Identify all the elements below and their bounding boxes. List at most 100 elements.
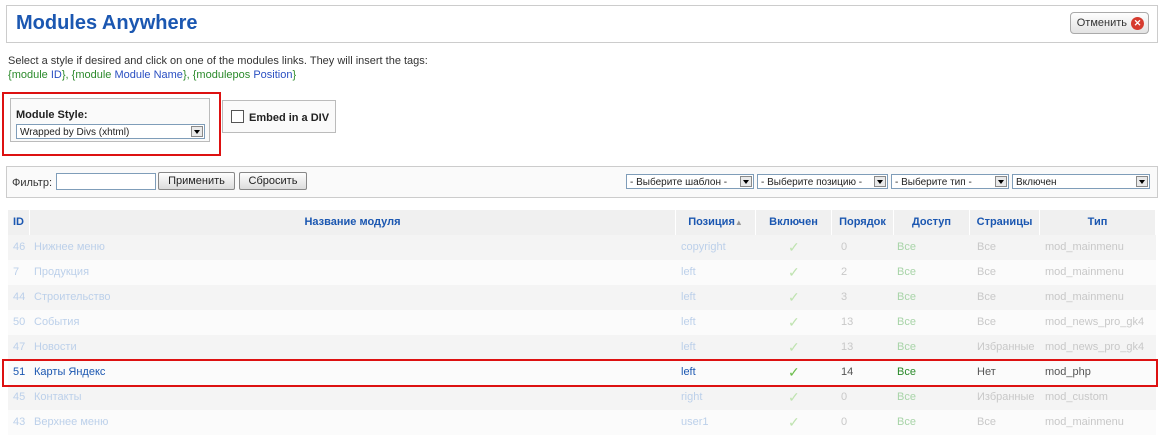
- row-module-name[interactable]: Продукция: [34, 260, 89, 285]
- intro-text: Select a style if desired and click on o…: [8, 54, 428, 82]
- row-module-name[interactable]: Верхнее меню: [34, 410, 108, 435]
- module-style-select[interactable]: Wrapped by Divs (xhtml): [16, 124, 205, 139]
- toolbar-header: Modules Anywhere Отменить ✕: [6, 5, 1158, 43]
- chevron-down-icon: [1136, 176, 1148, 187]
- column-header-position[interactable]: Позиция▲: [676, 210, 756, 235]
- row-type: mod_custom: [1045, 391, 1108, 403]
- tag-list: {module ID}, {module Module Name}, {modu…: [8, 69, 297, 81]
- row-access: Все: [897, 266, 916, 278]
- column-header-id[interactable]: ID: [8, 210, 30, 235]
- row-access: Все: [897, 291, 916, 303]
- row-module-name[interactable]: Нижнее меню: [34, 235, 105, 260]
- row-position[interactable]: left: [681, 360, 696, 385]
- enabled-check-icon[interactable]: ✓: [788, 335, 800, 360]
- row-pages: Все: [977, 291, 996, 303]
- row-order: 3: [841, 291, 848, 303]
- row-pages: Избранные: [977, 341, 1035, 353]
- enabled-check-icon[interactable]: ✓: [788, 260, 800, 285]
- apply-button[interactable]: Применить: [158, 172, 235, 190]
- row-access: Все: [897, 241, 916, 253]
- row-id[interactable]: 43: [13, 410, 25, 435]
- row-access: Все: [897, 391, 916, 403]
- enabled-check-icon[interactable]: ✓: [788, 310, 800, 335]
- filter-input[interactable]: [56, 173, 156, 190]
- column-header-access[interactable]: Доступ: [894, 210, 970, 235]
- row-id[interactable]: 47: [13, 335, 25, 360]
- embed-checkbox[interactable]: [231, 110, 244, 123]
- chevron-down-icon: [874, 176, 886, 187]
- row-pages: Все: [977, 266, 996, 278]
- state-select[interactable]: Включен: [1012, 174, 1150, 189]
- template-select[interactable]: - Выберите шаблон -: [626, 174, 754, 189]
- table-row[interactable]: 50 События left 13 Все Все mod_news_pro_gk4 ✓: [8, 310, 1156, 335]
- chevron-down-icon: [995, 176, 1007, 187]
- enabled-check-icon[interactable]: ✓: [788, 385, 800, 410]
- chevron-down-icon: [191, 126, 203, 137]
- filter-label: Фильтр:: [12, 177, 53, 189]
- row-order: 13: [841, 316, 854, 328]
- row-type: mod_mainmenu: [1045, 241, 1124, 253]
- embed-panel: Embed in a DIV: [222, 100, 336, 133]
- enabled-check-icon[interactable]: ✓: [788, 410, 800, 435]
- row-access: Все: [897, 341, 916, 353]
- enabled-check-icon[interactable]: ✓: [788, 235, 800, 260]
- type-select[interactable]: - Выберите тип -: [891, 174, 1009, 189]
- column-header-enabled[interactable]: Включен: [756, 210, 832, 235]
- embed-label: Embed in a DIV: [249, 112, 330, 124]
- row-module-name[interactable]: События: [34, 310, 79, 335]
- chevron-down-icon: [740, 176, 752, 187]
- row-position[interactable]: copyright: [681, 235, 726, 260]
- enabled-check-icon[interactable]: ✓: [788, 285, 800, 310]
- row-position[interactable]: left: [681, 285, 696, 310]
- row-pages: Все: [977, 316, 996, 328]
- table-row[interactable]: 7 Продукция left 2 Все Все mod_mainmenu ✓: [8, 260, 1156, 285]
- cancel-button[interactable]: Отменить ✕: [1069, 12, 1149, 34]
- row-type: mod_php: [1045, 366, 1091, 378]
- table-row[interactable]: 45 Контакты right 0 Все Избранные mod_custom ✓: [8, 385, 1156, 410]
- filter-bar: Фильтр: Применить Сбросить - Выберите ша…: [6, 166, 1158, 198]
- row-id[interactable]: 44: [13, 285, 25, 310]
- row-type: mod_mainmenu: [1045, 291, 1124, 303]
- table-row[interactable]: 43 Верхнее меню user1 0 Все Все mod_mainmenu ✓: [8, 410, 1156, 435]
- table-header: ID Название модуля Позиция▲ Включен Поря…: [8, 210, 1156, 235]
- row-module-name[interactable]: Новости: [34, 335, 77, 360]
- row-id[interactable]: 45: [13, 385, 25, 410]
- enabled-check-icon[interactable]: ✓: [788, 360, 800, 385]
- reset-button[interactable]: Сбросить: [239, 172, 307, 190]
- row-id[interactable]: 51: [13, 360, 25, 385]
- row-type: mod_news_pro_gk4: [1045, 316, 1145, 328]
- row-order: 14: [841, 366, 854, 378]
- row-position[interactable]: right: [681, 385, 702, 410]
- row-module-name[interactable]: Карты Яндекс: [34, 360, 105, 385]
- row-id[interactable]: 46: [13, 235, 25, 260]
- table-row[interactable]: 51 Карты Яндекс left 14 Все Нет mod_php ✓: [8, 360, 1156, 385]
- row-type: mod_mainmenu: [1045, 266, 1124, 278]
- column-header-order[interactable]: Порядок: [832, 210, 894, 235]
- row-id[interactable]: 50: [13, 310, 25, 335]
- row-position[interactable]: left: [681, 260, 696, 285]
- row-pages: Все: [977, 241, 996, 253]
- row-order: 0: [841, 391, 848, 403]
- row-position[interactable]: left: [681, 310, 696, 335]
- row-position[interactable]: user1: [681, 410, 709, 435]
- row-id[interactable]: 7: [13, 260, 19, 285]
- row-access: Все: [897, 366, 916, 378]
- row-order: 2: [841, 266, 848, 278]
- column-header-pages[interactable]: Страницы: [970, 210, 1040, 235]
- module-style-label: Module Style:: [16, 109, 88, 121]
- table-row[interactable]: 46 Нижнее меню copyright 0 Все Все mod_mainmen…: [8, 235, 1156, 260]
- row-access: Все: [897, 416, 916, 428]
- table-row[interactable]: 47 Новости left 13 Все Избранные mod_news_pro_…: [8, 335, 1156, 360]
- column-header-type[interactable]: Тип: [1040, 210, 1156, 235]
- page-title: Modules Anywhere: [16, 12, 198, 34]
- table-row[interactable]: 44 Строительство left 3 Все Все mod_mainmenu ✓: [8, 285, 1156, 310]
- position-select[interactable]: - Выберите позицию -: [757, 174, 888, 189]
- row-pages: Избранные: [977, 391, 1035, 403]
- row-type: mod_news_pro_gk4: [1045, 341, 1145, 353]
- row-module-name[interactable]: Контакты: [34, 385, 82, 410]
- row-access: Все: [897, 316, 916, 328]
- column-header-name[interactable]: Название модуля: [30, 210, 676, 235]
- row-position[interactable]: left: [681, 335, 696, 360]
- sort-asc-icon: ▲: [734, 218, 743, 227]
- row-module-name[interactable]: Строительство: [34, 285, 111, 310]
